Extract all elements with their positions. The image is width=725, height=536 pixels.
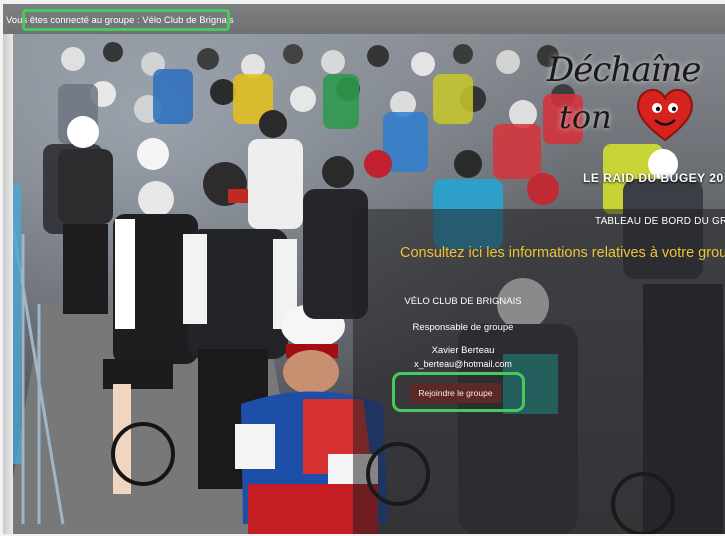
heart-logo-icon [637,89,693,142]
manager-name: Xavier Berteau [431,345,495,356]
join-group-button[interactable]: Rejoindre le groupe [410,383,501,403]
event-title: LE RAID DU BUGEY 20 [583,171,724,185]
page-frame: Vous êtes connecté au groupe : Vélo Club… [3,4,725,534]
logo-text-line2: ton [559,98,612,136]
event-logo: Déchaîne ton [547,44,717,164]
info-headline: Consultez ici les informations relatives… [400,245,725,261]
top-status-bar: Vous êtes connecté au groupe : Vélo Club… [3,4,725,34]
manager-email[interactable]: x_berteau@hotmail.com [353,359,573,369]
status-highlight-box [22,9,230,31]
dashboard-title: TABLEAU DE BORD DU GROUP [595,216,725,227]
role-label: Responsable de groupe [412,322,514,333]
left-edge [3,4,13,534]
club-name: VÉLO CLUB DE BRIGNAIS [404,296,522,307]
